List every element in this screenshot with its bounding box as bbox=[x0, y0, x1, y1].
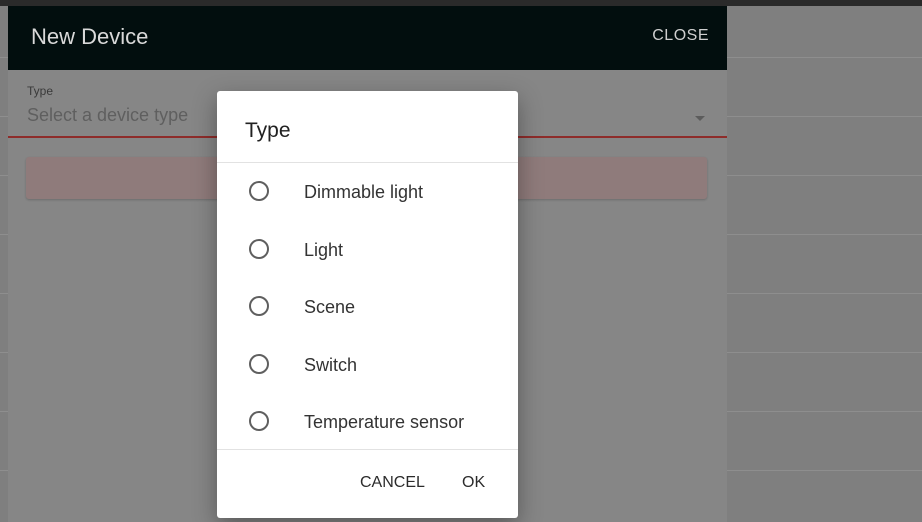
option-label: Dimmable light bbox=[304, 182, 424, 202]
radio-unchecked-icon[interactable] bbox=[249, 239, 269, 259]
close-button[interactable]: CLOSE bbox=[652, 27, 709, 45]
option-label: Switch bbox=[304, 355, 358, 375]
radio-unchecked-icon[interactable] bbox=[249, 296, 269, 316]
panel-title: New Device bbox=[31, 24, 149, 49]
dialog-top-divider bbox=[217, 162, 518, 163]
option-label: Light bbox=[304, 240, 344, 260]
option-scene[interactable]: Scene bbox=[217, 282, 518, 334]
option-label: Temperature sensor bbox=[304, 412, 465, 432]
cancel-button[interactable]: CANCEL bbox=[360, 474, 425, 492]
radio-unchecked-icon[interactable] bbox=[249, 181, 269, 201]
radio-unchecked-icon[interactable] bbox=[249, 354, 269, 374]
panel-header: New Device CLOSE bbox=[8, 6, 727, 70]
option-dimmable-light[interactable]: Dimmable light bbox=[217, 167, 518, 219]
ok-button[interactable]: OK bbox=[462, 474, 485, 492]
dialog-bottom-divider bbox=[217, 449, 518, 450]
radio-unchecked-icon[interactable] bbox=[249, 411, 269, 431]
type-field-label: Type bbox=[27, 84, 54, 98]
option-label: Scene bbox=[304, 297, 356, 317]
type-dialog: Type Dimmable light Light Scene Switch T… bbox=[217, 91, 518, 518]
dialog-title: Type bbox=[245, 119, 291, 142]
option-light[interactable]: Light bbox=[217, 225, 518, 277]
option-temperature-sensor[interactable]: Temperature sensor bbox=[217, 397, 518, 449]
type-field-placeholder: Select a device type bbox=[27, 105, 189, 125]
arrow-drop-down-icon bbox=[695, 116, 705, 121]
option-switch[interactable]: Switch bbox=[217, 340, 518, 392]
